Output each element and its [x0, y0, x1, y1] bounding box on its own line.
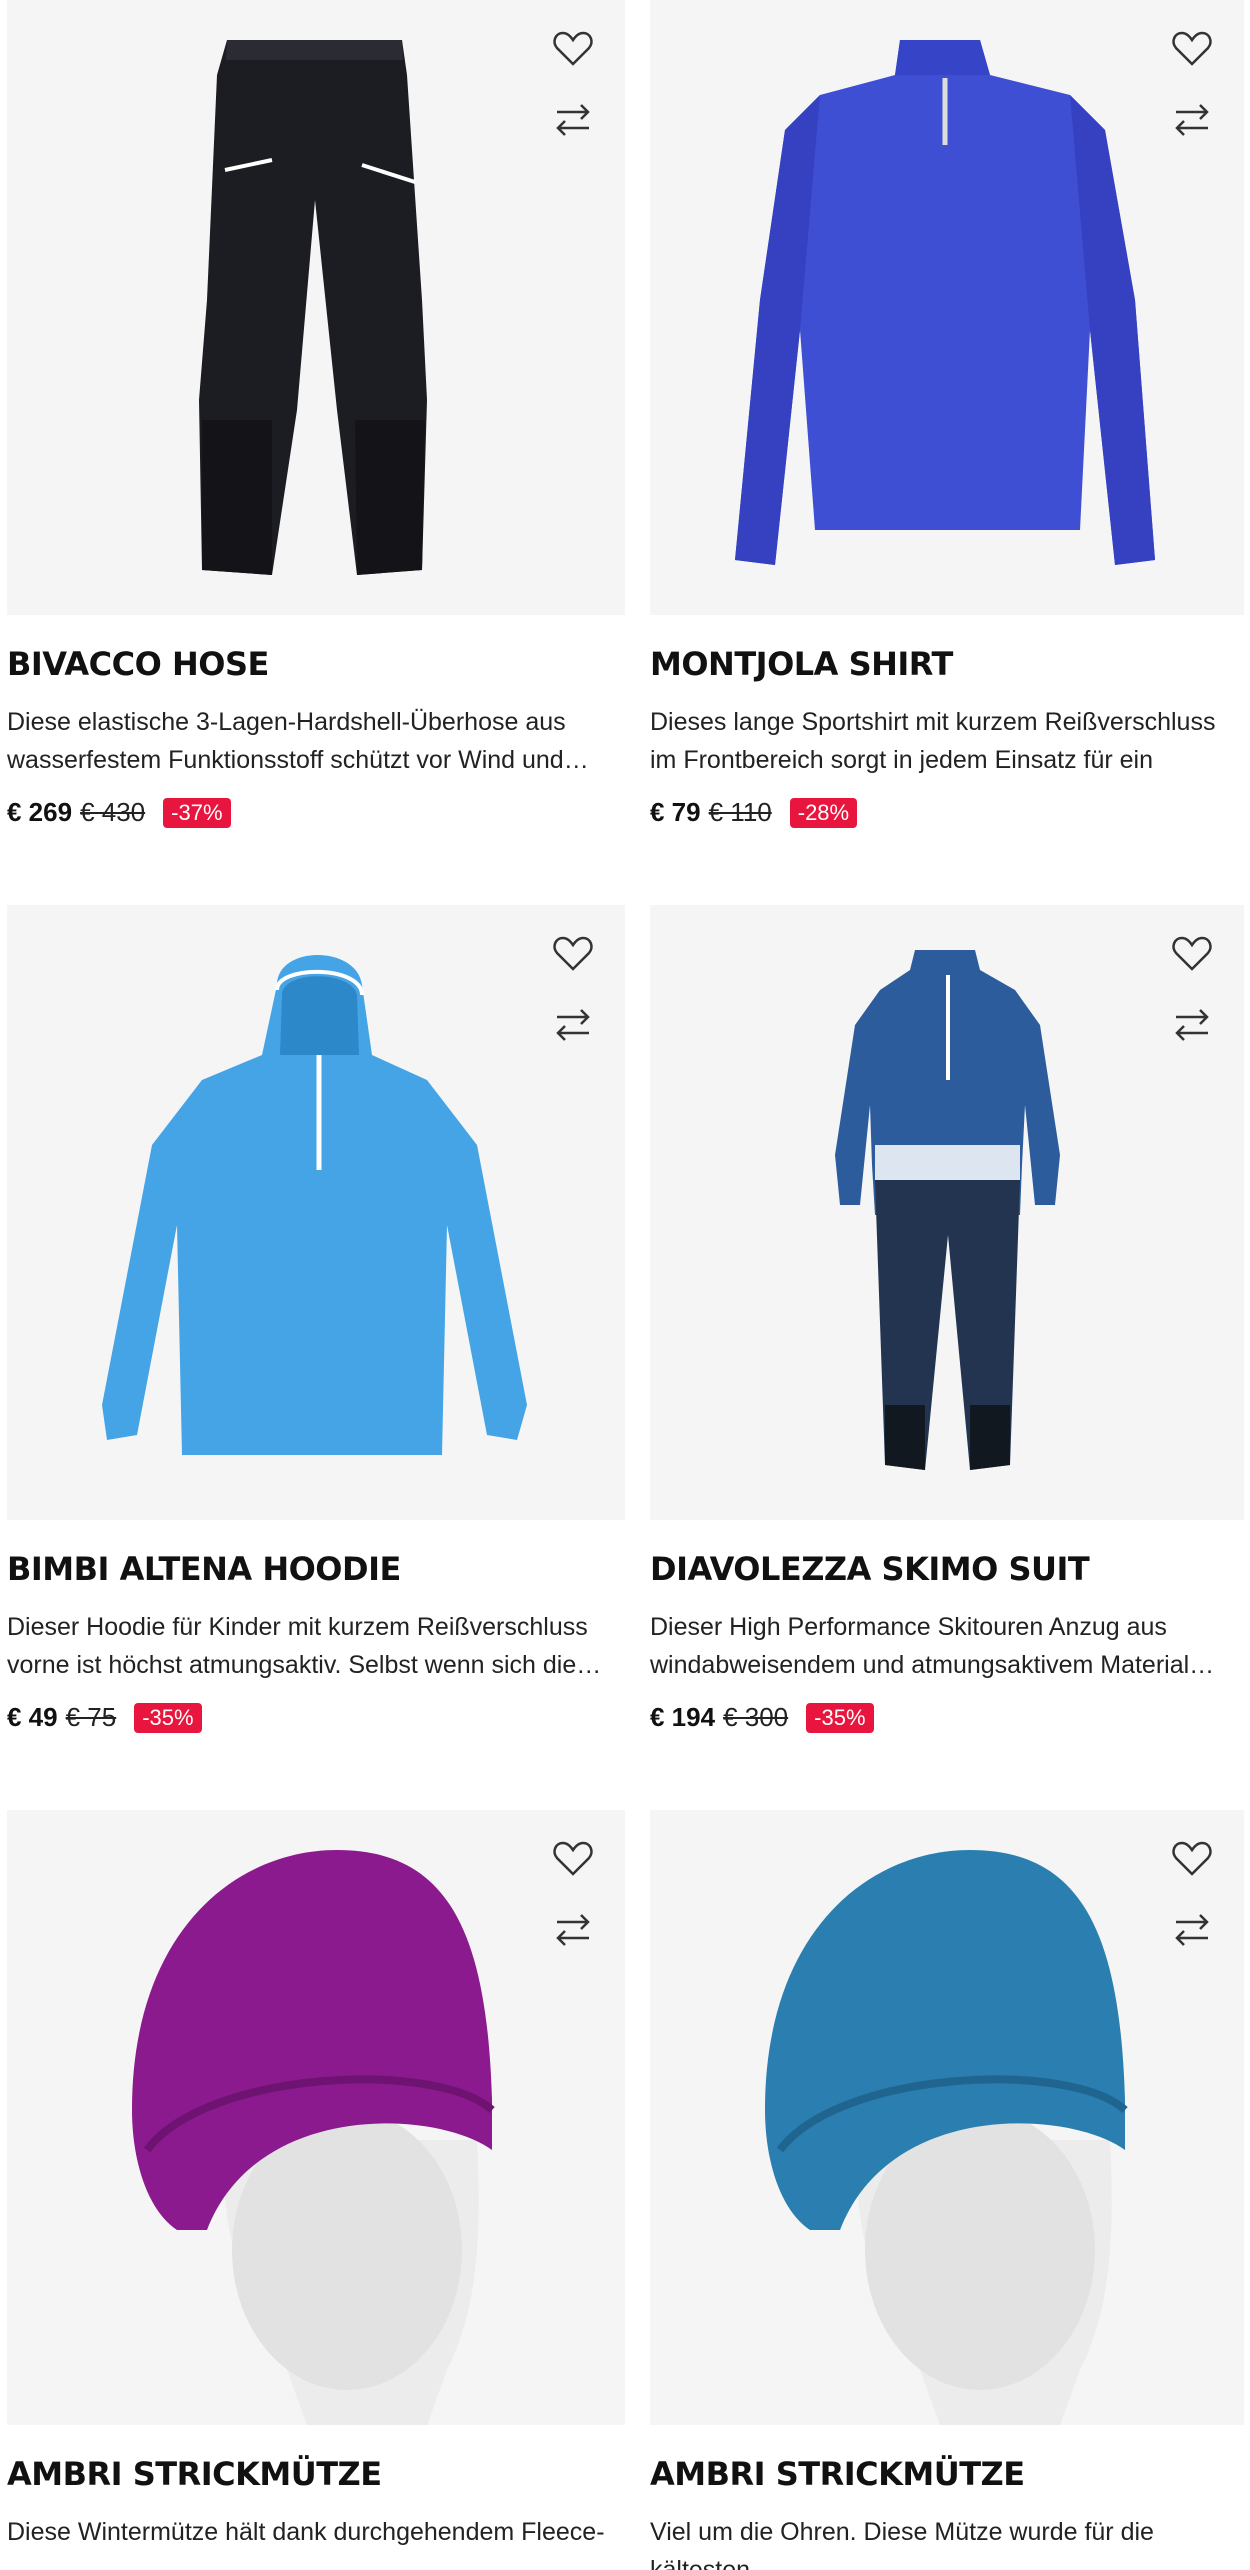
blue-beanie-image	[765, 1850, 1128, 2425]
product-card[interactable]: DIAVOLEZZA SKIMO SUIT Dieser High Perfor…	[650, 905, 1244, 1733]
product-card[interactable]: MONTJOLA SHIRT Dieses lange Sportshirt m…	[650, 0, 1244, 828]
product-title[interactable]: BIMBI ALTENA HOODIE	[7, 1550, 625, 1588]
price-row: € 194 € 300 -35%	[650, 1702, 1244, 1733]
black-pants-image	[199, 40, 427, 575]
compare-arrows-icon[interactable]	[551, 1908, 595, 1952]
product-image[interactable]	[7, 1810, 625, 2425]
original-price: € 430	[80, 797, 146, 827]
compare-arrows-icon[interactable]	[1170, 1908, 1214, 1952]
product-title[interactable]: AMBRI STRICKMÜTZE	[650, 2455, 1244, 2493]
sale-price: € 269	[7, 797, 73, 827]
wishlist-heart-icon[interactable]	[1170, 1836, 1214, 1880]
discount-badge: -35%	[806, 1702, 874, 1733]
purple-beanie-image	[132, 1850, 495, 2425]
price-row: € 49 € 75 -35%	[7, 1702, 625, 1733]
original-price: € 110	[708, 797, 772, 827]
compare-arrows-icon[interactable]	[551, 98, 595, 142]
discount-badge: -28%	[789, 797, 858, 828]
light-blue-hoodie-image	[102, 955, 527, 1455]
product-card[interactable]: BIVACCO HOSE Diese elastische 3-Lagen-Ha…	[7, 0, 625, 828]
product-description: Diese Wintermütze hält dank durchgehende…	[7, 2518, 605, 2546]
product-title[interactable]: AMBRI STRICKMÜTZE	[7, 2455, 625, 2493]
product-grid: BIVACCO HOSE Diese elastische 3-Lagen-Ha…	[0, 0, 1250, 2570]
wishlist-heart-icon[interactable]	[551, 931, 595, 975]
original-price: € 75	[65, 1702, 117, 1732]
wishlist-heart-icon[interactable]	[551, 26, 595, 70]
wishlist-heart-icon[interactable]	[1170, 931, 1214, 975]
product-title[interactable]: MONTJOLA SHIRT	[650, 645, 1244, 683]
wishlist-heart-icon[interactable]	[551, 1836, 595, 1880]
sale-price: € 79	[650, 797, 701, 827]
blue-long-sleeve-shirt-image	[735, 40, 1155, 565]
skimo-race-suit-image	[835, 950, 1060, 1470]
product-image[interactable]	[650, 1810, 1244, 2425]
product-image[interactable]	[7, 0, 625, 615]
product-title[interactable]: BIVACCO HOSE	[7, 645, 625, 683]
product-image[interactable]	[7, 905, 625, 1520]
sale-price: € 49	[7, 1702, 58, 1732]
product-description: Dieser Hoodie für Kinder mit kurzem Reiß…	[7, 1613, 602, 1679]
product-description: Dieser High Performance Skitouren Anzug …	[650, 1613, 1215, 1679]
price-row: € 79 € 110 -28%	[650, 797, 1244, 828]
product-card[interactable]: AMBRI STRICKMÜTZE Diese Wintermütze hält…	[7, 1810, 625, 2570]
product-card[interactable]: BIMBI ALTENA HOODIE Dieser Hoodie für Ki…	[7, 905, 625, 1733]
product-image[interactable]	[650, 905, 1244, 1520]
discount-badge: -35%	[134, 1702, 202, 1733]
product-description: Viel um die Ohren. Diese Mütze wurde für…	[650, 2518, 1154, 2570]
wishlist-heart-icon[interactable]	[1170, 26, 1214, 70]
compare-arrows-icon[interactable]	[551, 1003, 595, 1047]
product-title[interactable]: DIAVOLEZZA SKIMO SUIT	[650, 1550, 1244, 1588]
compare-arrows-icon[interactable]	[1170, 98, 1214, 142]
product-description: Dieses lange Sportshirt mit kurzem Reißv…	[650, 708, 1216, 774]
price-row: € 269 € 430 -37%	[7, 797, 625, 828]
original-price: € 300	[723, 1702, 789, 1732]
product-description: Diese elastische 3-Lagen-Hardshell-Überh…	[7, 708, 589, 774]
product-card[interactable]: AMBRI STRICKMÜTZE Viel um die Ohren. Die…	[650, 1810, 1244, 2570]
compare-arrows-icon[interactable]	[1170, 1003, 1214, 1047]
product-image[interactable]	[650, 0, 1244, 615]
discount-badge: -37%	[163, 797, 231, 828]
sale-price: € 194	[650, 1702, 716, 1732]
